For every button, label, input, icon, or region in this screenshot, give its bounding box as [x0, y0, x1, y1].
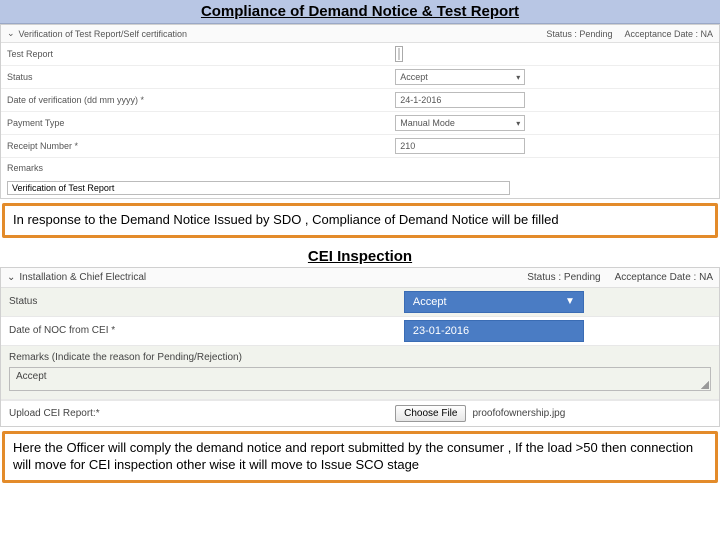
caret-down-icon: ▾: [516, 119, 520, 128]
caret-down-icon: ▼: [565, 296, 575, 307]
panel-status: Status : Pending: [546, 29, 612, 39]
receipt-value: 210: [400, 141, 415, 151]
cei-status-select[interactable]: Accept ▼: [404, 291, 584, 313]
verification-final-value: Verification of Test Report: [12, 183, 114, 193]
section1-callout-text: In response to the Demand Notice Issued …: [13, 212, 559, 227]
cei-date-label: Date of NOC from CEI *: [9, 325, 115, 336]
cei-remarks-value: Accept: [16, 371, 47, 382]
panel-acceptance-date: Acceptance Date : NA: [624, 29, 713, 39]
payment-select[interactable]: Manual Mode ▾: [395, 115, 525, 131]
status-select[interactable]: Accept ▾: [395, 69, 525, 85]
row-remarks: Remarks: [1, 158, 719, 178]
cei-row-remarks: Remarks (Indicate the reason for Pending…: [1, 346, 719, 400]
cei-upload-label: Upload CEI Report:*: [9, 408, 100, 419]
caret-down-icon: ▾: [516, 73, 520, 82]
date-value: 24-1-2016: [400, 95, 441, 105]
cei-status-value: Accept: [413, 296, 447, 308]
row-date: Date of verification (dd mm yyyy) * 24-1…: [1, 89, 719, 112]
section2-callout-text: Here the Officer will comply the demand …: [13, 440, 693, 472]
cei-status-label: Status: [1, 292, 396, 311]
section1-title: Compliance of Demand Notice & Test Repor…: [201, 3, 519, 20]
cei-remarks-textarea[interactable]: Accept: [9, 367, 711, 391]
cei-remarks-label: Remarks (Indicate the reason for Pending…: [1, 350, 719, 365]
row-receipt: Receipt Number * 210: [1, 135, 719, 158]
cei-row-date: Date of NOC from CEI * 23-01-2016: [1, 317, 719, 346]
status-label: Status: [7, 72, 395, 82]
cei-acceptance-date: Acceptance Date : NA: [615, 272, 713, 283]
panel-header-title: Verification of Test Report/Self certifi…: [19, 29, 187, 39]
payment-value: Manual Mode: [400, 118, 455, 128]
verification-panel: ⌄ Verification of Test Report/Self certi…: [0, 24, 720, 199]
cei-row-upload: Upload CEI Report:* Choose File proofofo…: [1, 400, 719, 426]
test-report-thumbnail[interactable]: [395, 46, 403, 62]
status-value: Accept: [400, 72, 428, 82]
receipt-label: Receipt Number *: [7, 141, 395, 151]
date-input[interactable]: 24-1-2016: [395, 92, 525, 108]
payment-label: Payment Type: [7, 118, 395, 128]
cei-panel-header[interactable]: ⌄ Installation & Chief Electrical Status…: [1, 268, 719, 288]
cei-row-status: Status Accept ▼: [1, 288, 719, 317]
chevron-down-icon: ⌄: [7, 272, 15, 283]
choose-file-button[interactable]: Choose File: [395, 405, 466, 422]
receipt-input[interactable]: 210: [395, 138, 525, 154]
row-payment: Payment Type Manual Mode ▾: [1, 112, 719, 135]
cei-date-input[interactable]: 23-01-2016: [404, 320, 584, 342]
section2-title: CEI Inspection: [0, 242, 720, 267]
section2-callout: Here the Officer will comply the demand …: [2, 431, 718, 483]
section1-title-bar: Compliance of Demand Notice & Test Repor…: [0, 0, 720, 24]
verification-final-input[interactable]: Verification of Test Report: [7, 181, 510, 195]
cei-status: Status : Pending: [527, 272, 600, 283]
row-status: Status Accept ▾: [1, 66, 719, 89]
row-test-report: Test Report: [1, 43, 719, 66]
date-label: Date of verification (dd mm yyyy) *: [7, 95, 395, 105]
cei-header-title: Installation & Chief Electrical: [19, 272, 146, 283]
chevron-down-icon: ⌄: [7, 28, 15, 39]
remarks-label: Remarks: [7, 163, 395, 173]
cei-date-value: 23-01-2016: [413, 325, 469, 337]
chosen-file-name: proofofownership.jpg: [472, 408, 565, 419]
test-report-label: Test Report: [7, 49, 395, 59]
section1-callout: In response to the Demand Notice Issued …: [2, 203, 718, 238]
cei-panel: ⌄ Installation & Chief Electrical Status…: [0, 267, 720, 427]
verification-panel-header[interactable]: ⌄ Verification of Test Report/Self certi…: [1, 25, 719, 43]
